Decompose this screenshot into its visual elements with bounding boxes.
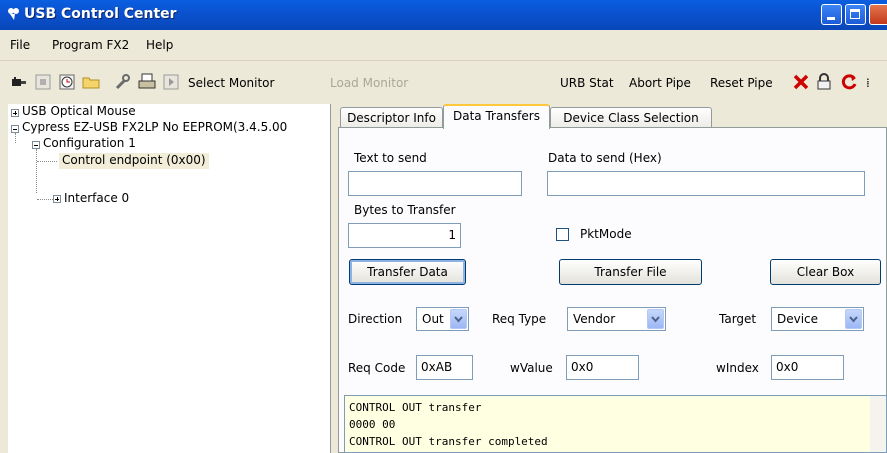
pktmode-checkbox[interactable] <box>556 228 569 241</box>
plug-icon[interactable] <box>10 73 28 91</box>
transfer-file-button[interactable]: Transfer File <box>559 259 702 285</box>
stop-icon[interactable] <box>34 73 52 91</box>
tree-line <box>37 161 57 162</box>
abort-pipe-button[interactable]: Abort Pipe <box>629 76 691 90</box>
menu-help[interactable]: Help <box>146 38 173 52</box>
text-to-send-input[interactable] <box>348 171 522 196</box>
req-code-label: Req Code <box>348 361 406 375</box>
tree-line <box>15 133 16 143</box>
tree-item-interface-0[interactable]: Interface 0 <box>64 191 129 207</box>
expand-icon[interactable] <box>11 109 19 117</box>
text-to-send-label: Text to send <box>354 151 427 165</box>
output-log[interactable]: CONTROL OUT transfer 0000 00 CONTROL OUT… <box>344 395 887 453</box>
data-to-send-input[interactable] <box>547 171 865 196</box>
toolbar: Select Monitor Load Monitor URB Stat Abo… <box>0 61 887 103</box>
collapse-icon[interactable] <box>11 125 19 133</box>
close-button[interactable] <box>869 4 887 25</box>
menu-program-fx2[interactable]: Program FX2 <box>52 38 129 52</box>
tree-line <box>36 149 37 193</box>
windex-label: wIndex <box>716 361 759 375</box>
title-bar: USB Control Center <box>0 0 887 30</box>
direction-value: Out <box>422 312 444 326</box>
tab-descriptor-info[interactable]: Descriptor Info <box>340 107 443 128</box>
wvalue-label: wValue <box>510 361 553 375</box>
window-title: USB Control Center <box>24 6 177 22</box>
urb-stat-button[interactable]: URB Stat <box>560 76 614 90</box>
req-type-select[interactable]: Vendor <box>567 307 666 331</box>
req-type-value: Vendor <box>573 312 616 326</box>
bytes-to-transfer-label: Bytes to Transfer <box>354 203 456 217</box>
overflow-icon[interactable]: ⁞ <box>866 76 870 90</box>
tree-item-usb-optical-mouse[interactable]: USB Optical Mouse <box>22 104 136 120</box>
tab-device-class-selection[interactable]: Device Class Selection <box>550 107 712 128</box>
menu-file[interactable]: File <box>10 38 30 52</box>
chevron-down-icon[interactable] <box>845 309 862 329</box>
menu-bar: File Program FX2 Help <box>0 30 887 61</box>
tree-item-configuration[interactable]: Configuration 1 <box>43 136 136 152</box>
clock-icon[interactable] <box>58 73 76 91</box>
minimize-button[interactable] <box>821 4 842 25</box>
chevron-down-icon[interactable] <box>647 309 664 329</box>
maximize-icon <box>850 9 860 19</box>
chevron-down-icon[interactable] <box>450 309 467 329</box>
pktmode-label: PktMode <box>580 227 632 241</box>
log-line: CONTROL OUT transfer <box>349 401 482 414</box>
data-to-send-label: Data to send (Hex) <box>548 151 662 165</box>
reset-pipe-button[interactable]: Reset Pipe <box>710 76 773 90</box>
minimize-icon <box>827 17 835 20</box>
target-value: Device <box>777 312 819 326</box>
tree-item-cypress-fx2lp[interactable]: Cypress EZ-USB FX2LP No EEPROM(3.4.5.00 <box>22 120 287 136</box>
app-icon <box>8 8 19 20</box>
req-type-label: Req Type <box>492 312 547 326</box>
tree-line <box>37 199 53 200</box>
wvalue-input[interactable]: 0x0 <box>566 355 639 380</box>
bytes-to-transfer-input[interactable]: 1 <box>348 223 461 248</box>
tab-data-transfers[interactable]: Data Transfers <box>443 104 550 129</box>
windex-input[interactable]: 0x0 <box>771 355 844 380</box>
printer-icon[interactable] <box>138 73 156 91</box>
expand-icon[interactable] <box>53 195 61 203</box>
log-line: 0000 00 <box>349 418 396 431</box>
target-label: Target <box>719 312 757 326</box>
output-scrollbar[interactable] <box>870 396 886 452</box>
red-x-icon[interactable] <box>792 73 810 91</box>
direction-select[interactable]: Out <box>416 307 469 331</box>
transfer-data-button[interactable]: Transfer Data <box>349 259 466 285</box>
log-line: CONTROL OUT transfer completed <box>349 435 548 448</box>
select-monitor-button[interactable]: Select Monitor <box>188 76 274 90</box>
tree-item-control-endpoint[interactable]: Control endpoint (0x00) <box>59 153 209 169</box>
refresh-icon[interactable] <box>840 73 858 91</box>
direction-label: Direction <box>348 312 403 326</box>
lock-icon[interactable] <box>815 73 833 91</box>
load-monitor-button[interactable]: Load Monitor <box>330 76 408 90</box>
clear-box-button[interactable]: Clear Box <box>770 259 881 285</box>
tab-strip: Descriptor Info Data Transfers Device Cl… <box>338 104 887 129</box>
target-select[interactable]: Device <box>771 307 864 331</box>
device-tree: USB Optical Mouse Cypress EZ-USB FX2LP N… <box>8 104 331 453</box>
play-icon[interactable] <box>162 73 180 91</box>
folder-icon[interactable] <box>82 73 100 91</box>
maximize-button[interactable] <box>845 4 866 25</box>
wrench-icon[interactable] <box>114 73 132 91</box>
req-code-input[interactable]: 0xAB <box>416 355 473 380</box>
collapse-icon[interactable] <box>32 141 40 149</box>
